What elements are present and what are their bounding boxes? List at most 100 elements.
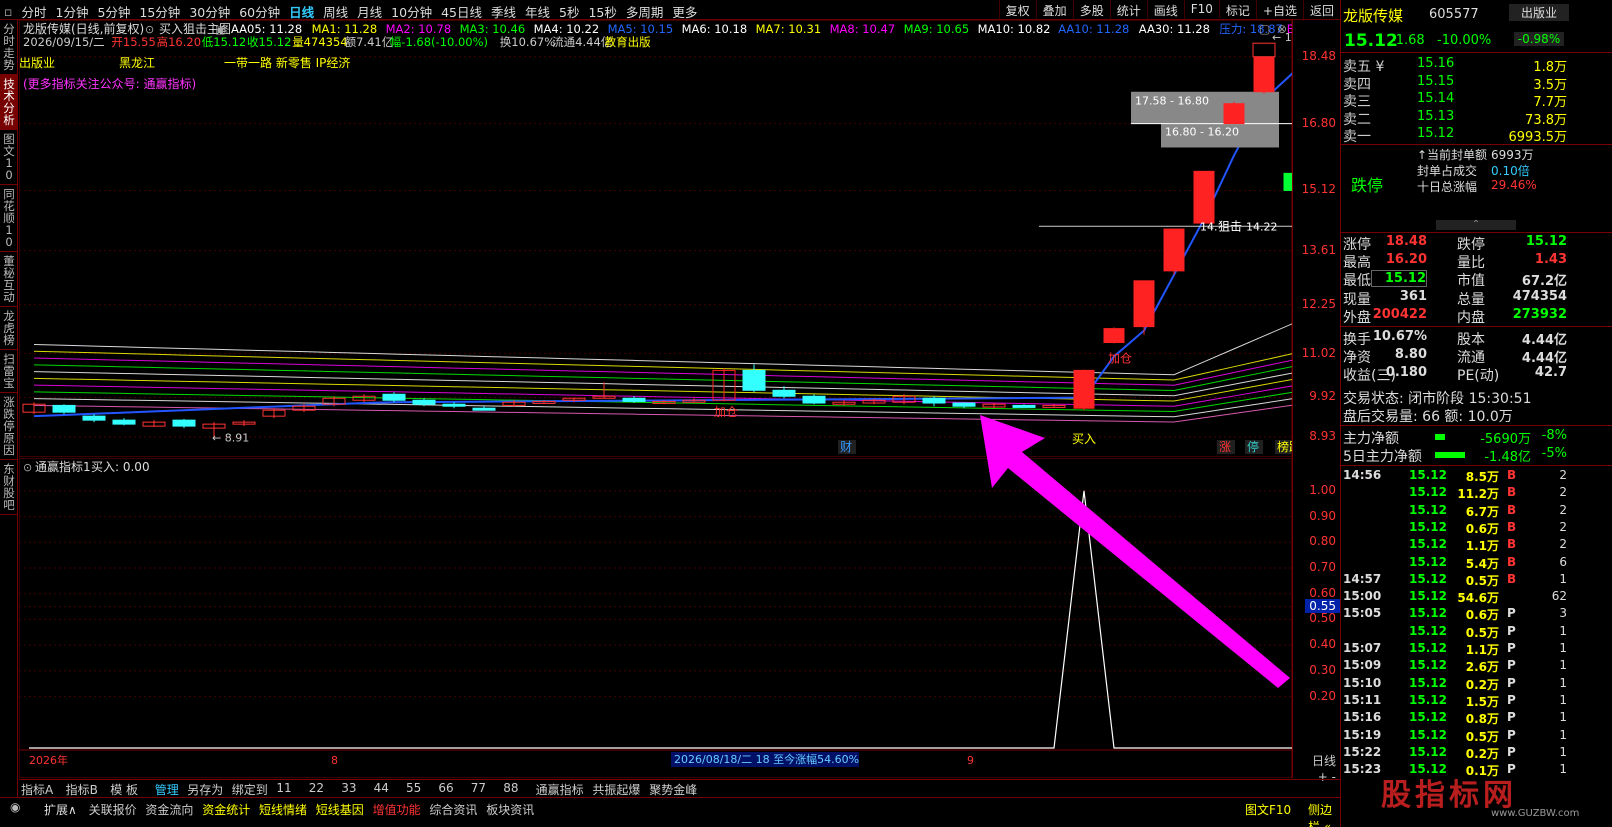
toolbar-button-2[interactable]: 多股 — [1072, 0, 1110, 21]
candle[interactable] — [802, 394, 826, 405]
bottom-tab-7[interactable]: 综合资讯 — [429, 801, 477, 818]
promo-text: (更多指标关注公众号: 通赢指标) — [23, 76, 196, 91]
indicator-tab-13[interactable]: 88 — [503, 781, 518, 795]
bottom-logo-icon[interactable]: ◉ — [10, 800, 20, 814]
toolbar-button-8[interactable]: 返回 — [1302, 0, 1340, 21]
toolbar-button-0[interactable]: 复权 — [998, 0, 1036, 21]
info-field-3: 低15.12 — [202, 35, 246, 49]
candle-top[interactable] — [1252, 42, 1276, 58]
tick-time-12: 15:10 — [1343, 675, 1382, 690]
candle[interactable] — [1163, 228, 1185, 275]
indicator-tab-11[interactable]: 66 — [438, 781, 453, 795]
left-tab-3[interactable]: 同花顺10 — [0, 185, 18, 252]
indicator-tab-4[interactable]: 另存为 — [187, 781, 223, 798]
left-tab-4[interactable]: 董秘互动 — [0, 252, 18, 307]
main-kline-chart[interactable]: 龙版传媒(日线,前复权) ⊙ 买入狙击主图▣ AA05: 11.28 MA1: 11.2… — [19, 20, 1292, 457]
bottom-right-0[interactable]: 图文F10 — [1245, 801, 1291, 818]
candle[interactable] — [382, 392, 406, 403]
ask-price-4[interactable]: 15.12 — [1417, 126, 1454, 141]
stock-name: 龙版传媒 — [1343, 7, 1404, 25]
indicator-tab-15[interactable]: 共振起爆 — [592, 781, 640, 798]
timeframe-4[interactable]: 30分钟 — [189, 2, 230, 21]
candle[interactable] — [1103, 327, 1125, 344]
left-tab-0[interactable]: 分时走势 — [0, 20, 18, 75]
candle[interactable] — [52, 404, 76, 415]
left-tab-7[interactable]: 涨跌停原因 — [0, 393, 18, 460]
stat-value-b-6: 4.44亿 — [1521, 351, 1567, 367]
ask-price-3[interactable]: 15.13 — [1417, 109, 1454, 124]
indicator-tab-0[interactable]: 指标A — [21, 781, 53, 798]
bottom-right-1[interactable]: 侧边栏 « — [1308, 801, 1340, 827]
indicator-tab-12[interactable]: 77 — [471, 781, 486, 795]
collapse-toggle[interactable]: ▫ — [4, 4, 12, 19]
timeframe-16[interactable]: 更多 — [672, 2, 697, 21]
toolbar-button-6[interactable]: 标记 — [1218, 0, 1256, 21]
stat-value-a-5: 10.67% — [1372, 329, 1427, 344]
timeframe-1[interactable]: 1分钟 — [56, 2, 89, 21]
ask-price-1[interactable]: 15.15 — [1417, 74, 1454, 89]
timeframe-12[interactable]: 年线 — [525, 2, 550, 21]
tick-time-7: 15:00 — [1343, 589, 1382, 604]
timeframe-2[interactable]: 5分钟 — [97, 2, 130, 21]
indicator-tab-3[interactable]: 管理 — [155, 781, 179, 798]
indicator-tab-9[interactable]: 44 — [374, 781, 389, 795]
timeframe-6[interactable]: 日线 — [289, 2, 314, 21]
ask-price-2[interactable]: 15.14 — [1417, 91, 1454, 106]
left-tab-5[interactable]: 龙虎榜 — [0, 307, 18, 350]
timeframe-0[interactable]: 分时 — [21, 2, 46, 21]
left-tab-6[interactable]: 扫雷宝 — [0, 350, 18, 393]
toolbar-button-1[interactable]: 叠加 — [1035, 0, 1073, 21]
indicator-chart[interactable]: ⊙ 通赢指标1 买入: 0.00 2026年 8 9 2026/08/18/二 18 至今涨… — [19, 458, 1292, 778]
timeframe-13[interactable]: 5秒 — [559, 2, 579, 21]
timeframe-11[interactable]: 季线 — [491, 2, 516, 21]
panel-expand-icon[interactable]: ⌃ — [1436, 220, 1516, 230]
left-tab-8[interactable]: 东财股吧 — [0, 460, 18, 515]
timeframe-15[interactable]: 多周期 — [626, 2, 664, 21]
indicator-tab-16[interactable]: 聚势金峰 — [649, 781, 697, 798]
bottom-tab-6[interactable]: 增值功能 — [373, 801, 421, 818]
stock-code: 605577 — [1429, 7, 1479, 22]
indicator-tab-1[interactable]: 指标B — [66, 781, 98, 798]
chart-minimize-icon[interactable]: ▢ — [1259, 22, 1270, 36]
timeframe-5[interactable]: 60分钟 — [239, 2, 280, 21]
info-field-5: 量474354 — [292, 35, 347, 49]
indicator-tab-10[interactable]: 55 — [406, 781, 421, 795]
toolbar-button-3[interactable]: 统计 — [1109, 0, 1147, 21]
ask-price-0[interactable]: 15.16 — [1417, 56, 1454, 71]
flow-bar — [1435, 434, 1445, 440]
indicator-tab-14[interactable]: 通赢指标 — [536, 781, 584, 798]
indicator-tab-8[interactable]: 33 — [341, 781, 356, 795]
date-label-year: 2026年 — [29, 753, 68, 767]
bottom-tab-3[interactable]: 资金统计 — [202, 801, 250, 818]
candle[interactable] — [1073, 369, 1095, 411]
candle[interactable] — [1193, 170, 1215, 224]
indicator-toggle-icon[interactable]: ⊙ — [23, 461, 32, 474]
period-label[interactable]: 日线 — [1312, 752, 1336, 769]
bottom-tab-0[interactable]: 扩展∧ — [44, 801, 77, 818]
indicator-tab-6[interactable]: 11 — [276, 781, 291, 795]
bottom-tab-5[interactable]: 短线基因 — [316, 801, 364, 818]
bottom-tab-4[interactable]: 短线情绪 — [259, 801, 307, 818]
event-label-3: 榜跌 — [1277, 439, 1292, 454]
bottom-tab-8[interactable]: 板块资讯 — [486, 801, 534, 818]
indicator-tab-2[interactable]: 模 板 — [110, 781, 138, 798]
candle[interactable] — [1133, 280, 1155, 335]
candle[interactable] — [1223, 101, 1245, 125]
indicator-tab-5[interactable]: 绑定到 — [232, 781, 268, 798]
indicator-tab-7[interactable]: 22 — [309, 781, 324, 795]
left-tab-2[interactable]: 图文10 — [0, 130, 18, 185]
timeframe-10[interactable]: 45日线 — [441, 2, 482, 21]
industry-label[interactable]: 出版业 — [1509, 4, 1569, 21]
tick-count-16: 1 — [1559, 744, 1567, 759]
toolbar-button-7[interactable]: +自选 — [1255, 0, 1303, 21]
timeframe-8[interactable]: 月线 — [357, 2, 382, 21]
toolbar-button-5[interactable]: F10 — [1183, 0, 1219, 21]
left-tab-1[interactable]: 技术分析 — [0, 75, 18, 130]
bottom-tab-2[interactable]: 资金流向 — [145, 801, 193, 818]
timeframe-7[interactable]: 周线 — [323, 2, 348, 21]
timeframe-9[interactable]: 10分钟 — [391, 2, 432, 21]
timeframe-14[interactable]: 15秒 — [588, 2, 616, 21]
bottom-tab-1[interactable]: 关联报价 — [89, 801, 137, 818]
timeframe-3[interactable]: 15分钟 — [139, 2, 180, 21]
toolbar-button-4[interactable]: 画线 — [1146, 0, 1184, 21]
